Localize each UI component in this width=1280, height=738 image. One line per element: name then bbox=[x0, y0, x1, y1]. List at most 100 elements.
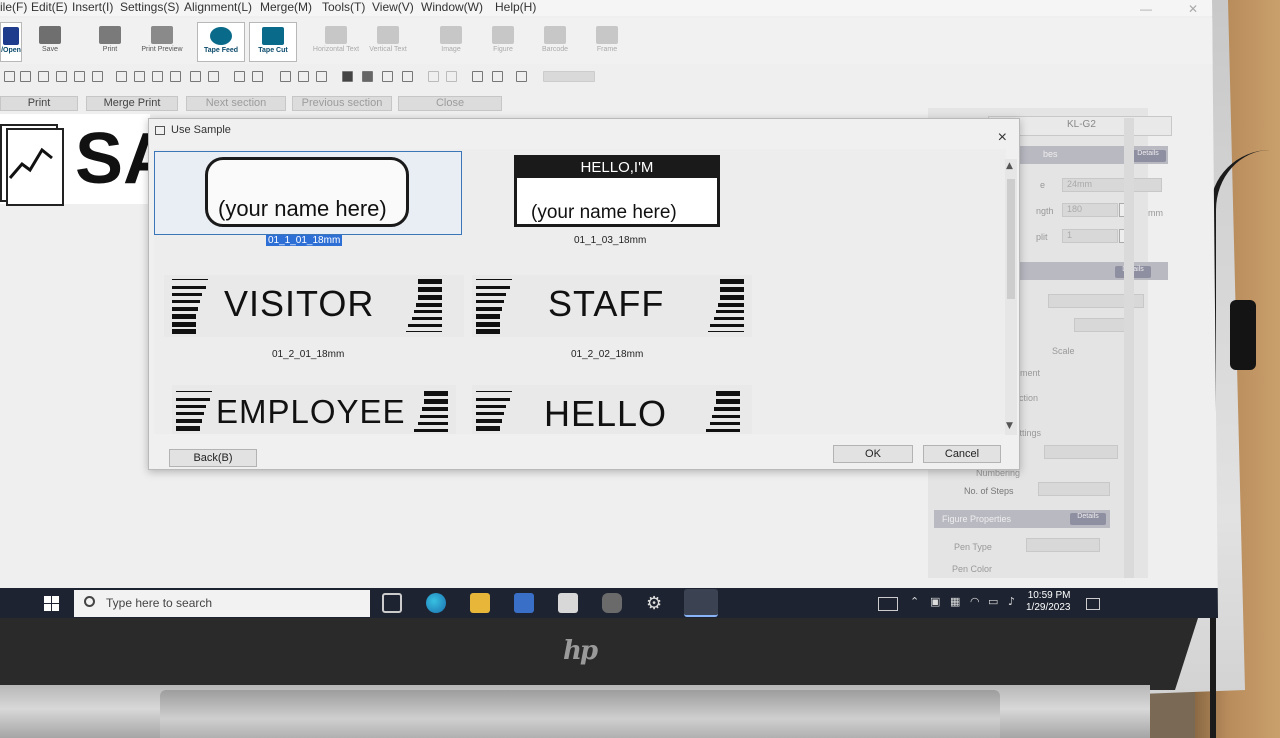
scrollbar-thumb[interactable] bbox=[1007, 179, 1015, 299]
edge-browser-icon[interactable] bbox=[426, 593, 446, 613]
menu-settings[interactable]: Settings(S) bbox=[120, 0, 179, 14]
sample-item-hello[interactable]: HELLO bbox=[472, 385, 752, 434]
items-field[interactable] bbox=[1044, 445, 1118, 459]
distribute-v-icon[interactable] bbox=[252, 71, 263, 82]
split-field[interactable]: 1 bbox=[1062, 229, 1118, 243]
font-size-field[interactable] bbox=[1074, 318, 1130, 332]
same-height-icon[interactable] bbox=[298, 71, 309, 82]
chevron-up-icon[interactable]: ⌃ bbox=[910, 595, 919, 608]
menu-window[interactable]: Window(W) bbox=[421, 0, 483, 14]
group-icon[interactable] bbox=[428, 71, 439, 82]
tab-next-section[interactable]: Next section bbox=[186, 96, 286, 111]
ungroup-icon[interactable] bbox=[446, 71, 457, 82]
image-button[interactable]: Image bbox=[427, 22, 475, 62]
bring-front-icon[interactable] bbox=[342, 71, 353, 82]
tape-feed-button[interactable]: Tape Feed bbox=[197, 22, 245, 62]
window-close-icon[interactable]: ✕ bbox=[1188, 2, 1198, 16]
forward-icon[interactable] bbox=[382, 71, 393, 82]
menu-tools[interactable]: Tools(T) bbox=[322, 0, 365, 14]
menu-merge[interactable]: Merge(M) bbox=[260, 0, 312, 14]
scroll-down-icon[interactable]: ▼ bbox=[1006, 421, 1013, 431]
menu-edit[interactable]: Edit(E) bbox=[31, 0, 68, 14]
align-center-icon[interactable] bbox=[190, 71, 201, 82]
minimize-icon[interactable]: — bbox=[1140, 2, 1152, 16]
store-icon[interactable] bbox=[514, 593, 534, 613]
grid-snap-icon[interactable] bbox=[492, 71, 503, 82]
align-left-icon[interactable] bbox=[152, 71, 163, 82]
distribute-h-icon[interactable] bbox=[234, 71, 245, 82]
menu-file[interactable]: ile(F) bbox=[0, 0, 27, 14]
sample-item-01-2-02[interactable]: STAFF bbox=[472, 275, 752, 337]
tab-print[interactable]: Print bbox=[0, 96, 78, 111]
back-button[interactable]: Back(B) bbox=[169, 449, 257, 467]
label-app-taskbar-icon[interactable] bbox=[684, 589, 718, 617]
file-explorer-icon[interactable] bbox=[470, 593, 490, 613]
frame-button[interactable]: Frame bbox=[583, 22, 631, 62]
pen-type-field[interactable] bbox=[1026, 538, 1100, 552]
vertical-text-icon bbox=[377, 26, 399, 44]
print-button[interactable]: Print bbox=[86, 22, 134, 62]
menu-insert[interactable]: Insert(I) bbox=[72, 0, 113, 14]
mail-icon[interactable] bbox=[558, 593, 578, 613]
wifi-icon[interactable]: ◠ bbox=[970, 595, 980, 608]
horizontal-text-button[interactable]: Horizontal Text bbox=[312, 22, 360, 62]
print-preview-button[interactable]: Print Preview bbox=[138, 22, 186, 62]
sample-item-01-1-03[interactable]: HELLO,I'M (your name here) bbox=[514, 155, 720, 227]
battery-icon[interactable]: ▭ bbox=[988, 595, 998, 608]
taskbar-search-input[interactable]: Type here to search bbox=[74, 590, 370, 617]
menu-view[interactable]: View(V) bbox=[372, 0, 414, 14]
volume-icon[interactable]: ♪ bbox=[1008, 595, 1015, 608]
open-button[interactable]: /Open bbox=[0, 22, 22, 62]
panel-scrollbar[interactable] bbox=[1124, 118, 1134, 578]
tab-merge-print[interactable]: Merge Print bbox=[86, 96, 178, 111]
dialog-close-icon[interactable]: × bbox=[998, 129, 1007, 147]
copy-icon[interactable] bbox=[20, 71, 31, 82]
cancel-button[interactable]: Cancel bbox=[923, 445, 1001, 463]
sample-item-employee[interactable]: EMPLOYEE bbox=[172, 385, 456, 434]
sample-item-01-2-01[interactable]: VISITOR bbox=[164, 275, 464, 337]
align-bottom-icon[interactable] bbox=[134, 71, 145, 82]
ok-button[interactable]: OK bbox=[833, 445, 913, 463]
tab-close[interactable]: Close bbox=[398, 96, 502, 111]
task-view-icon[interactable] bbox=[382, 593, 402, 613]
vertical-text-button[interactable]: Vertical Text bbox=[364, 22, 412, 62]
barcode-button[interactable]: Barcode bbox=[531, 22, 579, 62]
scroll-up-icon[interactable]: ▲ bbox=[1006, 161, 1013, 171]
send-back-icon[interactable] bbox=[362, 71, 373, 82]
backward-icon[interactable] bbox=[402, 71, 413, 82]
tape-cut-button[interactable]: Tape Cut bbox=[249, 22, 297, 62]
new-icon[interactable] bbox=[4, 71, 15, 82]
paste-icon[interactable] bbox=[38, 71, 49, 82]
camera-icon[interactable] bbox=[602, 593, 622, 613]
menu-alignment[interactable]: Alignment(L) bbox=[184, 0, 252, 14]
steps-field[interactable] bbox=[1038, 482, 1110, 496]
align-middle-icon[interactable] bbox=[208, 71, 219, 82]
figure-button[interactable]: Figure bbox=[479, 22, 527, 62]
same-width-icon[interactable] bbox=[280, 71, 291, 82]
zoom-select[interactable] bbox=[543, 71, 595, 82]
sample-item-01-1-01[interactable]: (your name here) bbox=[154, 151, 462, 235]
tray-device-icon[interactable]: ▣ bbox=[930, 595, 940, 608]
delete-icon[interactable] bbox=[92, 71, 103, 82]
same-size-icon[interactable] bbox=[316, 71, 327, 82]
duplicate-icon[interactable] bbox=[74, 71, 85, 82]
grid-icon[interactable] bbox=[472, 71, 483, 82]
save-button[interactable]: Save bbox=[26, 22, 74, 62]
taskbar-clock[interactable]: 10:59 PM 1/29/2023 bbox=[1026, 590, 1071, 614]
keyboard-icon[interactable] bbox=[878, 597, 898, 611]
tape-width-field[interactable]: 24mm bbox=[1062, 178, 1162, 192]
tray-network-icon[interactable]: ▦ bbox=[950, 595, 960, 608]
length-field[interactable]: 180 bbox=[1062, 203, 1118, 217]
details-button-1[interactable]: Details bbox=[1130, 150, 1166, 162]
align-top-icon[interactable] bbox=[116, 71, 127, 82]
settings-gear-icon[interactable]: ⚙ bbox=[646, 593, 666, 614]
cut-icon[interactable] bbox=[56, 71, 67, 82]
notification-icon[interactable] bbox=[1086, 598, 1100, 610]
align-right-icon[interactable] bbox=[170, 71, 181, 82]
rotate-icon[interactable] bbox=[516, 71, 527, 82]
tab-previous-section[interactable]: Previous section bbox=[292, 96, 392, 111]
windows-start-icon[interactable] bbox=[44, 596, 60, 612]
details-button-3[interactable]: Details bbox=[1070, 513, 1106, 525]
power-cable bbox=[1210, 150, 1280, 738]
menu-help[interactable]: Help(H) bbox=[495, 0, 536, 14]
